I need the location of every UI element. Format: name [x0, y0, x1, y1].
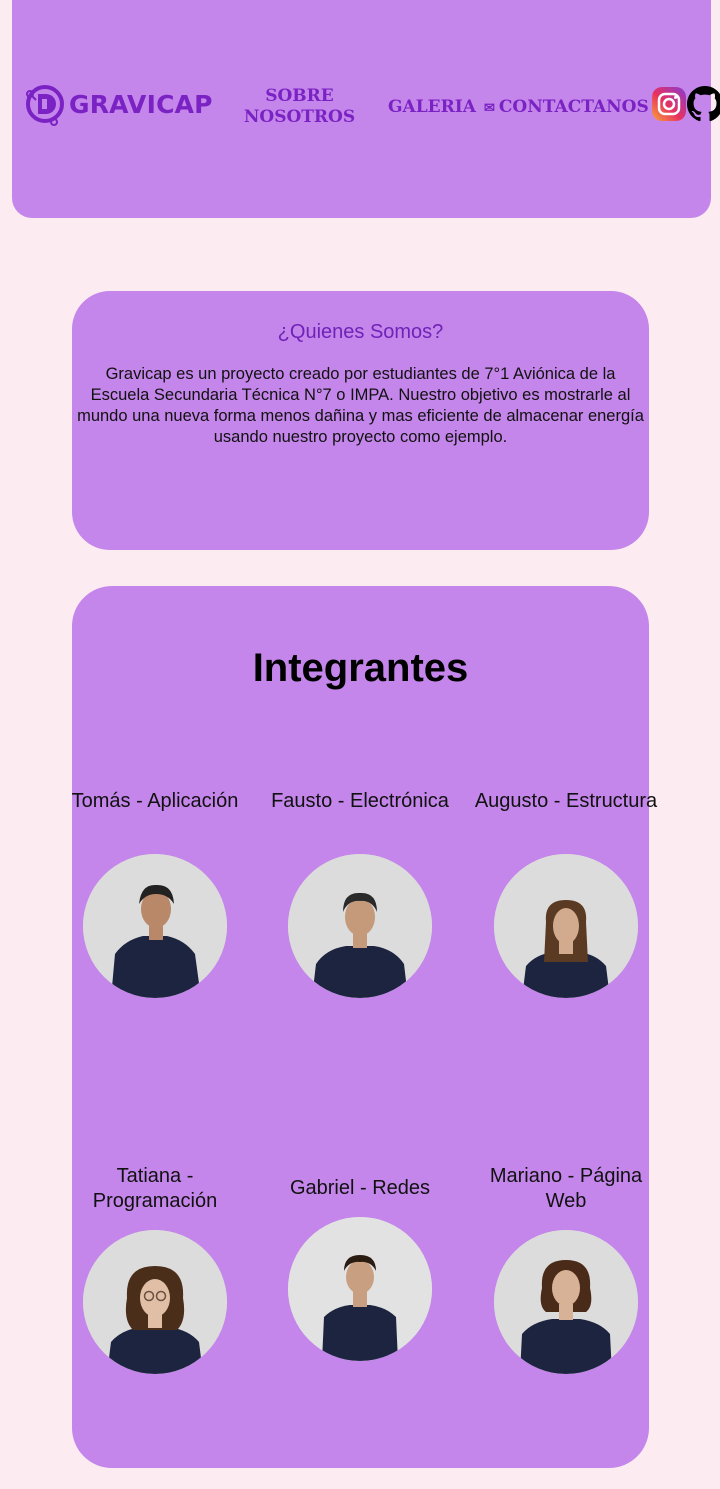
nav-gallery-link[interactable]: GALERIA — [388, 97, 476, 118]
member-photo — [288, 1217, 432, 1361]
member-name: Augusto - Estructura — [474, 790, 658, 812]
team-card: Integrantes Tomás - Aplicación Fausto - … — [72, 586, 657, 1468]
logo-text: GRAVICAP — [69, 89, 213, 119]
member-photo — [288, 854, 432, 998]
envelope-icon: ✉ — [484, 101, 495, 116]
nav-contact-label: CONTACTANOS — [498, 97, 649, 117]
member-name: Tomás - Aplicación — [71, 790, 239, 812]
instagram-icon — [652, 87, 686, 121]
about-text: Gravicap es un proyecto creado por estud… — [77, 365, 644, 446]
member-photo — [494, 854, 638, 998]
about-card: ¿Quienes Somos? Gravicap es un proyecto … — [72, 291, 649, 550]
about-title: ¿Quienes Somos? — [277, 321, 444, 343]
member-name: Fausto - Electrónica — [271, 790, 449, 812]
member-name: Mariano - Página Web — [489, 1165, 643, 1212]
github-icon — [687, 86, 720, 122]
logo-link[interactable]: GRAVICAP — [24, 82, 213, 126]
nav-about-link[interactable]: SOBRE NOSOTROS — [232, 86, 367, 128]
member-photo — [494, 1230, 638, 1374]
nav-contact-link[interactable]: ✉ CONTACTANOS — [484, 97, 649, 119]
member-name: Tatiana - Programación — [92, 1165, 218, 1212]
github-link[interactable] — [687, 86, 720, 122]
member-photo — [83, 854, 227, 998]
member-photo — [83, 1230, 227, 1374]
instagram-link[interactable] — [651, 86, 687, 122]
member-name: Gabriel - Redes — [289, 1177, 431, 1199]
site-header: GRAVICAP SOBRE NOSOTROS GALERIA ✉ CONTACT… — [12, 0, 720, 218]
gravicap-logo-icon — [26, 85, 64, 126]
team-title: Integrantes — [252, 646, 469, 690]
